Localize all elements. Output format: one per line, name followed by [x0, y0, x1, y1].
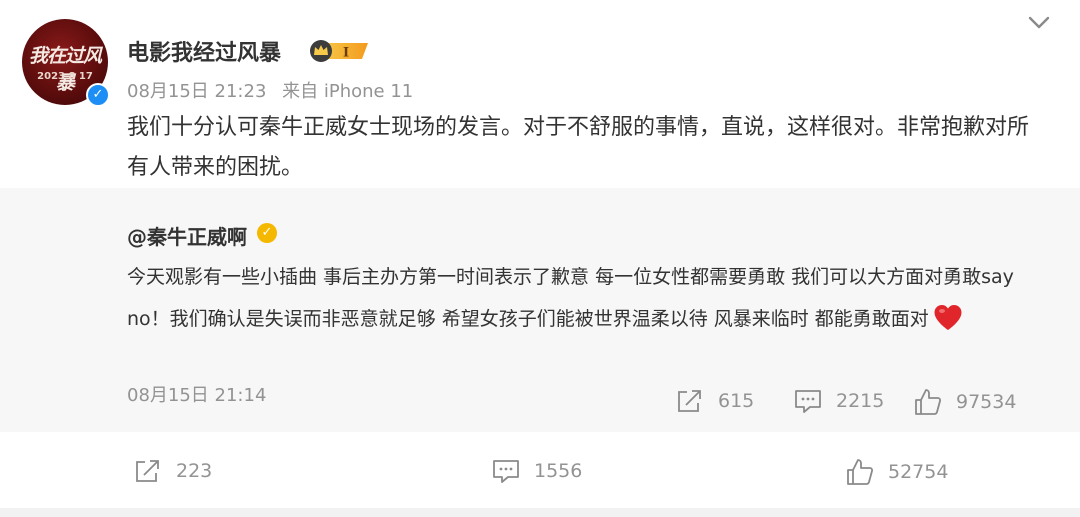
- verified-badge-icon: ✓: [86, 83, 110, 107]
- share-count: 223: [176, 460, 213, 482]
- retweet-username[interactable]: @秦牛正威啊: [127, 221, 247, 250]
- comment-count: 1556: [534, 460, 583, 482]
- retweet-like-button[interactable]: 97534: [914, 388, 1016, 416]
- vip-level-text: I: [343, 46, 349, 61]
- comment-icon: [795, 390, 821, 413]
- comment-icon: [493, 460, 519, 483]
- like-count: 52754: [888, 461, 949, 483]
- post-date[interactable]: 08月15日 21:23: [127, 81, 266, 102]
- red-heart-icon: [934, 305, 962, 330]
- retweet-text: 今天观影有一些小插曲 事后主办方第一时间表示了歉意 每一位女性都需要勇敢 我们可…: [127, 256, 1047, 340]
- avatar[interactable]: 我在过风暴 2023 8 17 ✓: [22, 19, 110, 107]
- verified-gold-badge-icon: ✓: [257, 223, 277, 243]
- retweet-like-count: 97534: [956, 391, 1017, 413]
- post-source: 来自 iPhone 11: [282, 81, 414, 102]
- retweet-date[interactable]: 08月15日 21:14: [127, 381, 266, 407]
- retweet-text-body: 今天观影有一些小插曲 事后主办方第一时间表示了歉意 每一位女性都需要勇敢 我们可…: [127, 266, 1014, 330]
- chevron-down-icon[interactable]: [1026, 13, 1052, 33]
- share-icon: [136, 460, 159, 482]
- post-meta: 08月15日 21:23 来自 iPhone 11: [127, 77, 423, 103]
- thumbs-up-icon: [915, 389, 942, 415]
- retweet-comment-button[interactable]: 2215: [794, 388, 884, 414]
- like-button[interactable]: 52754: [846, 458, 948, 486]
- username[interactable]: 电影我经过风暴: [127, 35, 281, 67]
- retweet-share-count: 615: [718, 390, 755, 412]
- thumbs-up-icon: [847, 459, 874, 485]
- retweet-share-button[interactable]: 615: [676, 388, 754, 414]
- share-icon: [678, 390, 701, 412]
- vip-crown-icon[interactable]: I: [308, 39, 372, 63]
- comment-button[interactable]: 1556: [492, 458, 582, 484]
- retweet-card[interactable]: @秦牛正威啊 ✓ 今天观影有一些小插曲 事后主办方第一时间表示了歉意 每一位女性…: [0, 188, 1080, 432]
- avatar-date-text: 2023 8 17: [37, 71, 93, 82]
- share-button[interactable]: 223: [134, 458, 212, 484]
- retweet-comment-count: 2215: [836, 390, 885, 412]
- weibo-post-card: 我在过风暴 2023 8 17 ✓ 电影我经过风暴 I 08月15日 21:23…: [0, 0, 1080, 517]
- divider: [0, 508, 1080, 517]
- post-text: 我们十分认可秦牛正威女士现场的发言。对于不舒服的事情，直说，这样很对。非常抱歉对…: [127, 115, 1030, 180]
